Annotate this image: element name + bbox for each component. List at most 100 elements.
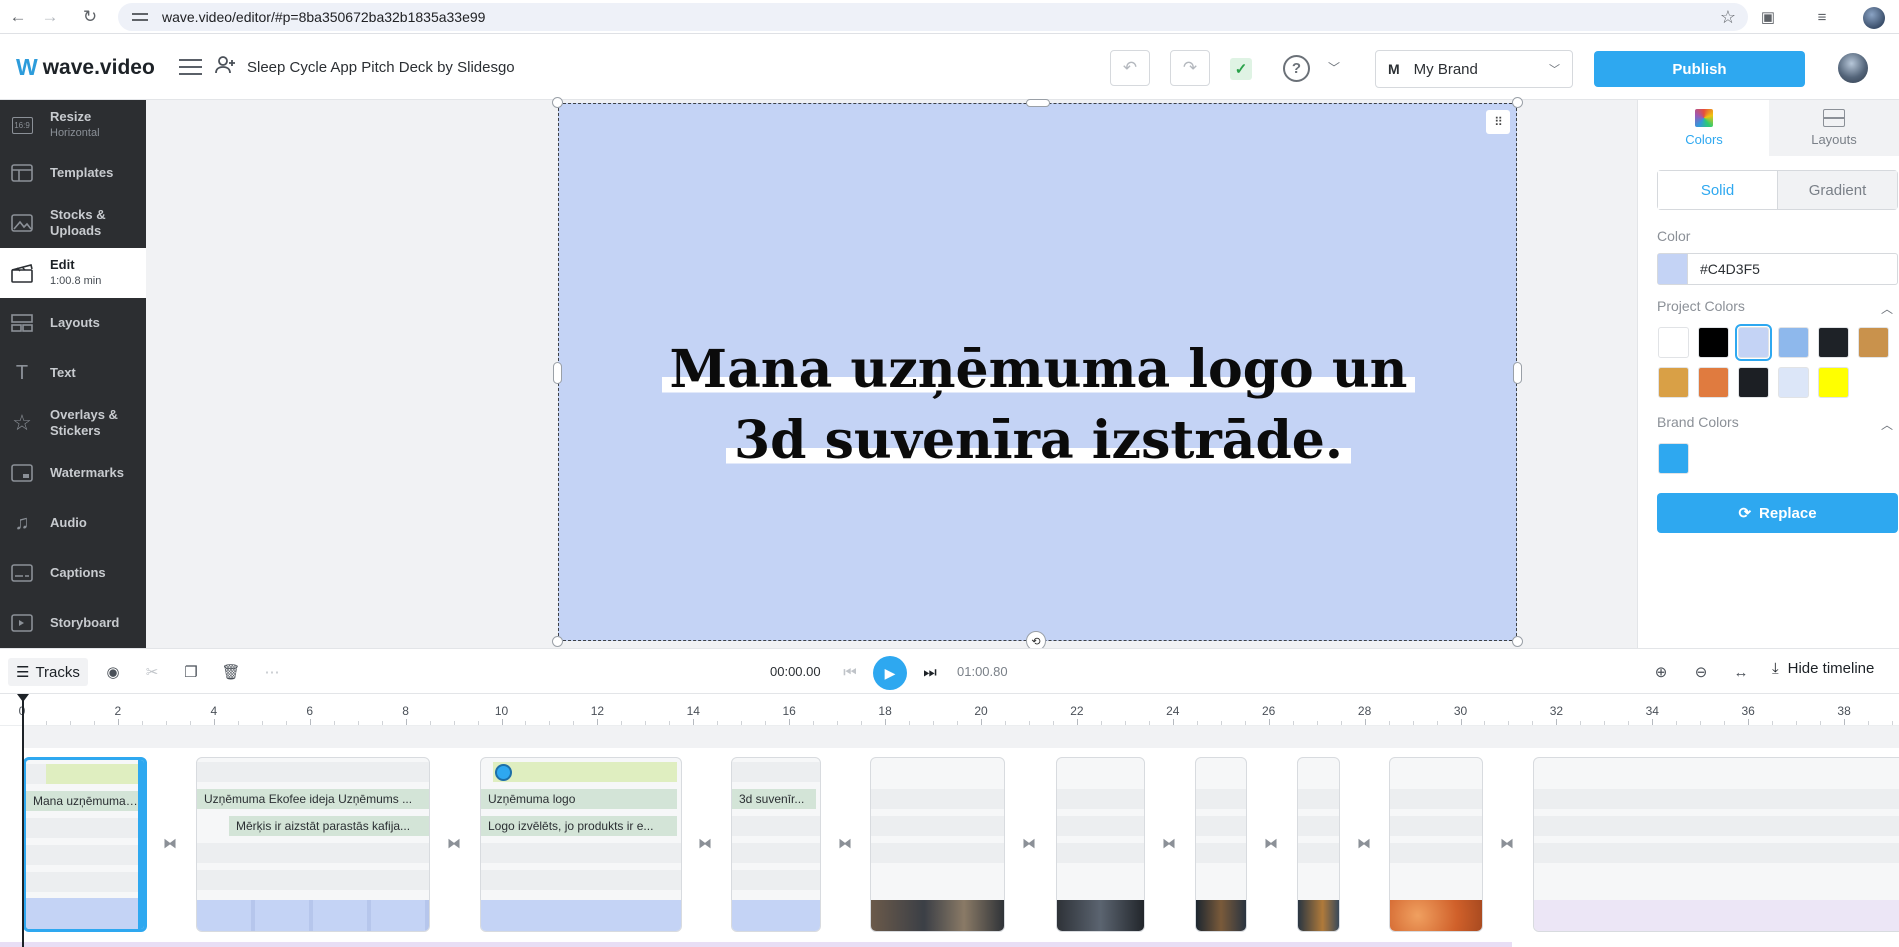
- text-layer-chip[interactable]: Mana uzņēmuma ...: [26, 791, 138, 811]
- transition-icon[interactable]: ⧓: [1259, 834, 1283, 852]
- skip-start-icon[interactable]: ⏮: [838, 660, 862, 684]
- resize-handle-bottom-left[interactable]: [552, 636, 563, 647]
- skip-end-icon[interactable]: ⏭: [918, 660, 942, 684]
- publish-button[interactable]: Publish: [1594, 51, 1805, 87]
- color-hex-value[interactable]: #C4D3F5: [1700, 261, 1760, 277]
- tab-colors[interactable]: Colors: [1639, 100, 1769, 156]
- replace-button[interactable]: ⟳ Replace: [1657, 493, 1898, 533]
- transition-icon[interactable]: ⧓: [1352, 834, 1376, 852]
- sidebar-item-audio[interactable]: ♫ Audio: [0, 498, 146, 548]
- site-info-icon[interactable]: [132, 11, 148, 23]
- transition-icon[interactable]: ⧓: [1017, 834, 1041, 852]
- project-color-swatch[interactable]: [1778, 367, 1809, 398]
- fit-width-icon[interactable]: ↔: [1729, 660, 1753, 684]
- wave-video-logo[interactable]: W wave.video: [16, 54, 155, 81]
- zoom-out-icon[interactable]: ⊖: [1689, 660, 1713, 684]
- menu-icon[interactable]: [179, 59, 202, 76]
- sidebar-item-captions[interactable]: Captions: [0, 548, 146, 598]
- more-icon[interactable]: ⋯: [260, 660, 284, 684]
- voiceover-icon[interactable]: ◉: [101, 660, 125, 684]
- drag-grid-icon[interactable]: ⠿: [1486, 110, 1510, 134]
- scene-clip[interactable]: Uzņēmuma logo Logo izvēlēts, jo produkts…: [480, 757, 682, 932]
- text-layer-chip[interactable]: Uzņēmuma Ekofee ideja Uzņēmums ...: [197, 789, 429, 809]
- solid-button[interactable]: Solid: [1658, 171, 1778, 209]
- text-layer-chip[interactable]: Logo izvēlēts, jo produkts ir e...: [481, 816, 677, 836]
- help-icon[interactable]: ?: [1283, 55, 1310, 82]
- slide-canvas[interactable]: ⠿ ⟲ Mana uzņēmuma logo un 3d suvenīra iz…: [552, 97, 1523, 651]
- chevron-down-icon[interactable]: ﹀: [1328, 59, 1340, 76]
- address-bar[interactable]: wave.video/editor/#p=8ba350672ba32b1835a…: [118, 3, 1748, 31]
- tab-layouts[interactable]: Layouts: [1769, 100, 1899, 156]
- project-color-swatch[interactable]: [1818, 327, 1849, 358]
- slide-headline[interactable]: Mana uzņēmuma logo un 3d suvenīra izstrā…: [559, 334, 1518, 476]
- current-color-chip[interactable]: [1658, 254, 1688, 284]
- sidebar-item-stocks[interactable]: Stocks & Uploads: [0, 198, 146, 248]
- forward-icon[interactable]: →: [37, 4, 63, 30]
- browser-profile-avatar[interactable]: [1863, 7, 1885, 29]
- trim-handle[interactable]: [138, 760, 144, 929]
- scene-clip[interactable]: Uzņēmuma Ekofee ideja Uzņēmums ... Mērķi…: [196, 757, 430, 932]
- text-layer-chip[interactable]: 3d suvenīr...: [732, 789, 816, 809]
- brand-color-swatch[interactable]: [1658, 443, 1689, 474]
- chevron-up-icon[interactable]: ︿: [1881, 300, 1893, 317]
- gradient-button[interactable]: Gradient: [1778, 171, 1897, 209]
- bookmark-star-icon[interactable]: ☆: [1720, 7, 1736, 28]
- scene-clip[interactable]: [1056, 757, 1145, 932]
- resize-handle-top[interactable]: [1026, 99, 1050, 107]
- sidebar-item-watermarks[interactable]: Watermarks: [0, 448, 146, 498]
- transition-icon[interactable]: ⧓: [833, 834, 857, 852]
- image-layer-chip[interactable]: [493, 762, 677, 782]
- time-ruler[interactable]: 02468101214161820222426283032343638: [0, 694, 1899, 726]
- hide-timeline-button[interactable]: ⤓ Hide timeline: [1772, 660, 1874, 677]
- chevron-up-icon[interactable]: ︿: [1881, 416, 1893, 433]
- scene-clip[interactable]: [1195, 757, 1247, 932]
- transition-icon[interactable]: ⧓: [158, 834, 182, 852]
- resize-handle-bottom-right[interactable]: [1512, 636, 1523, 647]
- brand-select[interactable]: M My Brand ﹀: [1375, 50, 1573, 88]
- transition-icon[interactable]: ⧓: [1157, 834, 1181, 852]
- resize-handle-top-left[interactable]: [552, 97, 563, 108]
- project-color-swatch[interactable]: [1738, 367, 1769, 398]
- tracks-button[interactable]: ☰ Tracks: [8, 658, 88, 686]
- scene-clip[interactable]: [1533, 757, 1899, 932]
- project-color-swatch[interactable]: [1698, 327, 1729, 358]
- project-color-swatch[interactable]: [1735, 324, 1772, 361]
- avatar[interactable]: [1838, 53, 1868, 83]
- scene-clip[interactable]: [1297, 757, 1340, 932]
- scissors-icon[interactable]: ✂: [140, 660, 164, 684]
- project-color-swatch[interactable]: [1858, 327, 1889, 358]
- sidebar-item-storyboard[interactable]: Storyboard: [0, 598, 146, 648]
- transition-icon[interactable]: ⧓: [1495, 834, 1519, 852]
- project-color-swatch[interactable]: [1778, 327, 1809, 358]
- image-layer-chip[interactable]: [46, 764, 138, 784]
- add-user-icon[interactable]: [215, 56, 237, 79]
- redo-button[interactable]: ↷: [1170, 50, 1210, 86]
- extensions-icon[interactable]: ▣: [1757, 6, 1779, 28]
- sidebar-item-layouts[interactable]: Layouts: [0, 298, 146, 348]
- sidebar-item-text[interactable]: T Text: [0, 348, 146, 398]
- project-title[interactable]: Sleep Cycle App Pitch Deck by Slidesgo: [247, 59, 515, 76]
- audio-track[interactable]: [22, 726, 1899, 748]
- trash-icon[interactable]: 🗑: [219, 660, 243, 684]
- color-field[interactable]: #C4D3F5: [1657, 253, 1898, 285]
- resize-handle-top-right[interactable]: [1512, 97, 1523, 108]
- project-color-swatch[interactable]: [1698, 367, 1729, 398]
- project-color-swatch[interactable]: [1658, 367, 1689, 398]
- media-icon[interactable]: ≡: [1811, 6, 1833, 28]
- scene-clip[interactable]: Mana uzņēmuma ...: [23, 757, 147, 932]
- reload-icon[interactable]: ↻: [77, 4, 103, 30]
- scene-clip[interactable]: [870, 757, 1005, 932]
- back-icon[interactable]: ←: [5, 4, 31, 30]
- sidebar-item-resize[interactable]: 16:9 Resize Horizontal: [0, 100, 146, 150]
- playhead[interactable]: [17, 694, 29, 947]
- duplicate-icon[interactable]: ❐: [179, 660, 203, 684]
- scene-clip[interactable]: [1389, 757, 1483, 932]
- sidebar-item-overlays[interactable]: ☆ Overlays & Stickers: [0, 398, 146, 448]
- play-button[interactable]: ▶: [873, 656, 907, 690]
- transition-icon[interactable]: ⧓: [442, 834, 466, 852]
- sidebar-item-templates[interactable]: Templates: [0, 148, 146, 198]
- scene-clip[interactable]: 3d suvenīr...: [731, 757, 821, 932]
- undo-button[interactable]: ↶: [1110, 50, 1150, 86]
- sidebar-item-edit[interactable]: Edit 1:00.8 min: [0, 248, 146, 298]
- transition-icon[interactable]: ⧓: [693, 834, 717, 852]
